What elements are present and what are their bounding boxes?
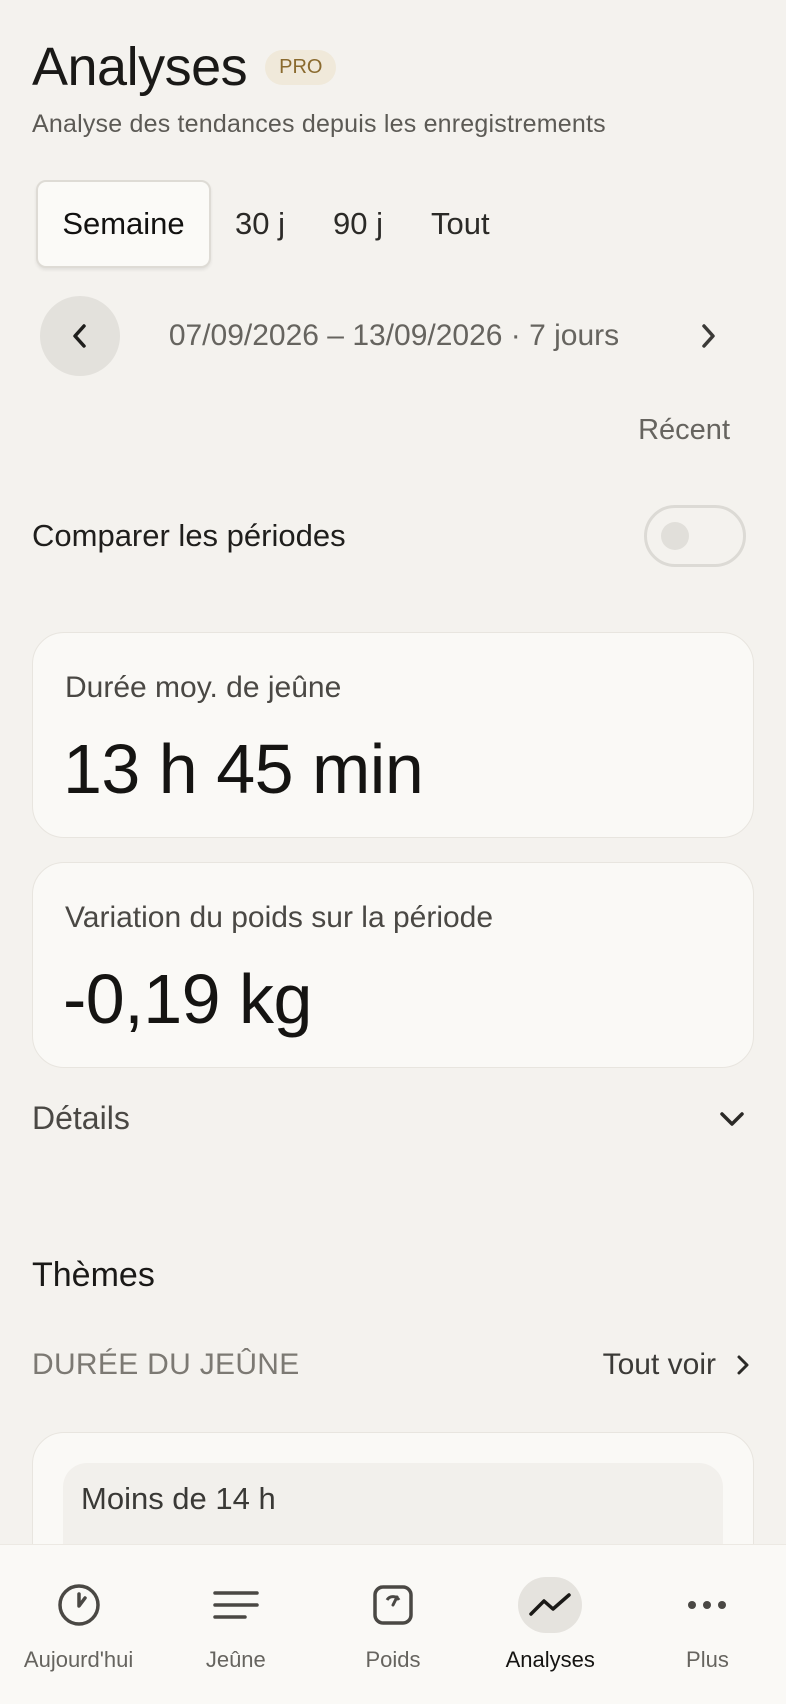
tab-30-days[interactable]: 30 j	[211, 180, 309, 268]
page-title: Analyses	[32, 37, 248, 97]
previous-period-button[interactable]	[40, 296, 120, 376]
nav-label: Jeûne	[205, 1647, 266, 1672]
compare-label: Comparer les périodes	[32, 518, 346, 553]
see-all-link[interactable]: Tout voir	[603, 1348, 750, 1382]
details-expander[interactable]: Détails	[32, 1100, 746, 1137]
stat-value: 13 h 45 min	[63, 730, 424, 808]
nav-weight[interactable]: Poids	[314, 1545, 471, 1704]
clock-icon	[57, 1584, 100, 1626]
pro-badge: PRO	[265, 49, 337, 85]
analyses-screen: Analyses PRO Analyse des tendances depui…	[0, 0, 786, 1704]
fast-duration-section-header: DURÉE DU JEÛNE Tout voir	[32, 1348, 750, 1382]
tab-90-days[interactable]: 90 j	[309, 180, 407, 268]
stat-label: Variation du poids sur la période	[65, 901, 494, 934]
next-period-button[interactable]	[668, 296, 748, 376]
more-icon	[688, 1601, 727, 1609]
compare-periods-row: Comparer les périodes	[32, 504, 746, 568]
scale-icon	[373, 1585, 413, 1625]
nav-more[interactable]: Plus	[629, 1545, 786, 1704]
stat-value: -0,19 kg	[63, 960, 312, 1038]
nav-label: Poids	[365, 1647, 421, 1672]
nav-icon-container	[204, 1577, 268, 1633]
range-segmented-control: Semaine 30 j 90 j Tout	[36, 180, 514, 268]
chevron-left-icon	[73, 324, 86, 348]
trend-icon	[529, 1593, 571, 1616]
chevron-right-icon	[737, 1355, 749, 1375]
themes-heading: Thèmes	[32, 1256, 155, 1294]
see-all-label: Tout voir	[602, 1348, 716, 1381]
date-range-label: 07/09/2026 – 13/09/2026 · 7 jours	[168, 319, 620, 352]
title-row: Analyses PRO	[32, 36, 337, 98]
nav-today[interactable]: Aujourd'hui	[0, 1545, 157, 1704]
avg-fast-duration-card: Durée moy. de jeûne 13 h 45 min	[32, 632, 754, 838]
toggle-knob	[661, 522, 689, 550]
nav-analyses[interactable]: Analyses	[472, 1545, 629, 1704]
stat-label: Durée moy. de jeûne	[65, 671, 342, 704]
chevron-right-icon	[702, 324, 715, 348]
nav-icon-container	[361, 1577, 425, 1633]
recent-button[interactable]: Récent	[638, 414, 730, 447]
tab-all[interactable]: Tout	[407, 180, 514, 268]
nav-label: Aujourd'hui	[23, 1647, 134, 1672]
nav-label: Analyses	[505, 1647, 595, 1672]
nav-icon-container	[675, 1577, 739, 1633]
nav-icon-container	[47, 1577, 111, 1633]
compare-toggle[interactable]	[644, 505, 746, 567]
chevron-down-icon	[720, 1111, 744, 1126]
bottom-navigation: Aujourd'hui Jeûne Poids Analyses Plus	[0, 1544, 786, 1704]
theme-item-title: Moins de 14 h	[81, 1481, 276, 1516]
date-navigator: 07/09/2026 – 13/09/2026 · 7 jours	[40, 296, 748, 376]
nav-label: Plus	[686, 1647, 729, 1672]
nav-fasting[interactable]: Jeûne	[157, 1545, 314, 1704]
weight-change-card: Variation du poids sur la période -0,19 …	[32, 862, 754, 1068]
details-label: Détails	[32, 1100, 130, 1136]
section-title: DURÉE DU JEÛNE	[32, 1348, 300, 1381]
lines-icon	[213, 1591, 259, 1619]
nav-icon-container	[518, 1577, 583, 1633]
page-subtitle: Analyse des tendances depuis les enregis…	[32, 110, 606, 138]
tab-semaine[interactable]: Semaine	[36, 180, 211, 268]
